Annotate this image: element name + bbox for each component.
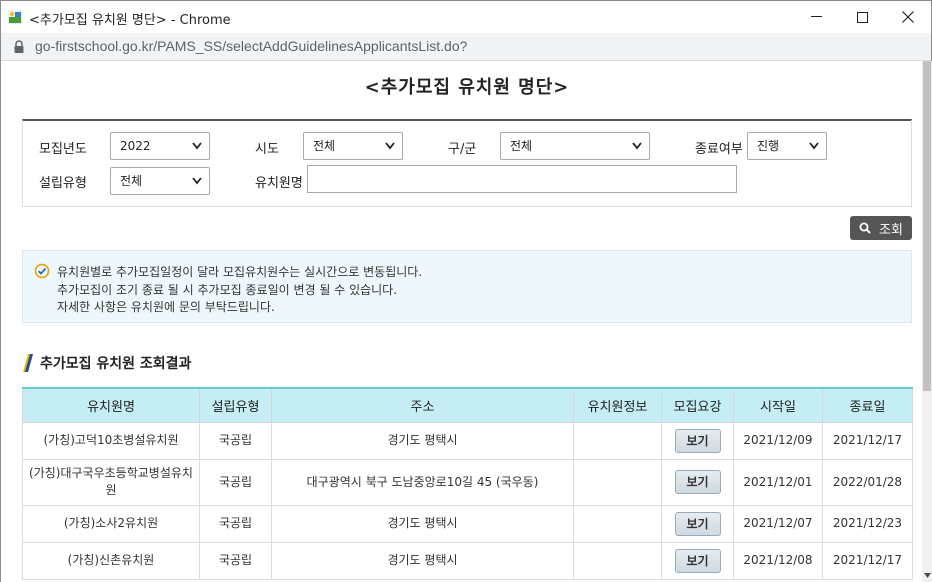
sido-label: 시도	[255, 142, 279, 157]
guideline-cell: 보기	[661, 421, 734, 460]
kindergarten-name: (가칭)소사2유치원	[22, 504, 200, 543]
address: 대구광역시 북구 도남중앙로10길 45 (국우동)	[271, 458, 574, 506]
column-header: 모집요강	[661, 388, 734, 423]
address-bar[interactable]: go-firstschool.go.kr/PAMS_SS/selectAddGu…	[1, 33, 931, 61]
kindergarten-info	[573, 421, 662, 460]
column-header: 주소	[271, 388, 574, 423]
guideline-cell: 보기	[661, 541, 734, 580]
notice-line: 자세한 사항은 유치원에 문의 부탁드립니다.	[57, 300, 275, 314]
notice-line: 유치원별로 추가모집일정이 달라 모집유치원수는 실시간으로 변동됩니다.	[57, 265, 423, 279]
search-icon	[859, 222, 871, 234]
start-date: 2021/12/08	[733, 541, 823, 580]
column-header: 종료일	[822, 388, 913, 423]
start-date: 2021/12/07	[733, 504, 823, 543]
check-circle-icon	[34, 263, 50, 279]
establish-type: 국공립	[199, 541, 272, 580]
table-row: (가칭)대구국우초등학교병설유치원 국공립 대구광역시 북구 도남중앙로10길 …	[22, 458, 913, 506]
gugun-select-value: 전체	[510, 139, 533, 153]
column-header: 설립유형	[199, 388, 272, 423]
name-label: 유치원명	[255, 176, 303, 191]
close-button[interactable]	[885, 1, 931, 33]
chevron-down-icon	[385, 142, 395, 150]
sido-select[interactable]: 전체	[303, 132, 403, 160]
column-header: 유치원명	[22, 388, 200, 423]
notice-line: 추가모집이 조기 종료 될 시 추가모집 종료일이 변경 될 수 있습니다.	[57, 283, 398, 297]
chevron-down-icon	[809, 142, 819, 150]
chevron-down-icon	[632, 142, 642, 150]
table-header-row: 유치원명 설립유형 주소 유치원정보 모집요강 시작일 종료일	[22, 388, 913, 423]
view-guideline-button[interactable]: 보기	[674, 548, 721, 573]
chevron-down-icon	[192, 142, 202, 150]
view-guideline-button[interactable]: 보기	[674, 470, 721, 494]
type-select-value: 전체	[120, 174, 143, 188]
establish-type: 국공립	[199, 504, 272, 543]
view-guideline-button[interactable]: 보기	[674, 428, 721, 453]
page-title: <추가모집 유치원 명단>	[364, 77, 570, 98]
year-select[interactable]: 2022	[110, 132, 210, 160]
window-title: <추가모집 유치원 명단> - Chrome	[29, 13, 231, 28]
maximize-icon	[856, 11, 868, 23]
view-guideline-button[interactable]: 보기	[674, 511, 721, 536]
scroll-down-button[interactable]	[922, 569, 932, 581]
address: 경기도 평택시	[271, 421, 574, 460]
browser-window: <추가모집 유치원 명단> - Chrome go-firstschool.go…	[0, 0, 932, 582]
search-form: 모집년도 2022 시도 전체 구/군 전체 종료여부 진행 설립유형 전체 유…	[22, 119, 912, 207]
address: 경기도 평택시	[271, 541, 574, 580]
guideline-cell: 보기	[661, 504, 734, 543]
url-text[interactable]: go-firstschool.go.kr/PAMS_SS/selectAddGu…	[35, 38, 467, 54]
scrollbar-thumb[interactable]	[923, 61, 931, 391]
minimize-button[interactable]	[793, 1, 839, 33]
minimize-icon	[810, 16, 822, 17]
vertical-scrollbar[interactable]	[922, 61, 932, 582]
start-date: 2021/12/09	[733, 421, 823, 460]
results-table: 유치원명 설립유형 주소 유치원정보 모집요강 시작일 종료일 (가칭)고덕10…	[22, 387, 913, 580]
close-icon	[902, 11, 914, 23]
start-date: 2021/12/01	[733, 458, 823, 506]
address: 경기도 평택시	[271, 504, 574, 543]
gugun-select[interactable]: 전체	[500, 132, 650, 160]
kindergarten-info	[573, 541, 662, 580]
lock-icon	[14, 40, 24, 53]
notice-box: 유치원별로 추가모집일정이 달라 모집유치원수는 실시간으로 변동됩니다. 추가…	[22, 250, 912, 323]
kindergarten-name-input[interactable]	[307, 165, 737, 193]
search-button[interactable]: 조회	[850, 216, 912, 240]
kindergarten-name: (가칭)고덕10초병설유치원	[22, 421, 200, 460]
kindergarten-name: (가칭)신촌유치원	[22, 541, 200, 580]
sido-select-value: 전체	[313, 139, 336, 153]
guideline-cell: 보기	[661, 458, 734, 506]
kindergarten-info	[573, 504, 662, 543]
table-row: (가칭)고덕10초병설유치원 국공립 경기도 평택시 보기 2021/12/09…	[22, 421, 913, 460]
end-status-select[interactable]: 진행	[747, 132, 827, 160]
title-bar: <추가모집 유치원 명단> - Chrome	[1, 1, 931, 33]
arrow-down-icon	[923, 572, 931, 578]
end-date: 2021/12/23	[822, 504, 913, 543]
gugun-label: 구/군	[448, 142, 477, 157]
results-title-text: 추가모집 유치원 조회결과	[40, 356, 192, 372]
type-label: 설립유형	[39, 176, 87, 191]
page-favicon-icon	[8, 10, 22, 24]
column-header: 시작일	[733, 388, 823, 423]
page-content: <추가모집 유치원 명단> 모집년도 2022 시도 전체 구/군 전체 종료여…	[1, 61, 922, 582]
type-select[interactable]: 전체	[110, 167, 210, 195]
kindergarten-name: (가칭)대구국우초등학교병설유치원	[22, 458, 200, 506]
end-date: 2022/01/28	[822, 458, 913, 506]
kindergarten-info	[573, 458, 662, 506]
maximize-button[interactable]	[839, 1, 885, 33]
chevron-down-icon	[192, 177, 202, 185]
end-status-label: 종료여부	[695, 142, 743, 157]
end-status-select-value: 진행	[757, 139, 780, 153]
establish-type: 국공립	[199, 458, 272, 506]
year-select-value: 2022	[120, 139, 151, 153]
table-row: (가칭)소사2유치원 국공립 경기도 평택시 보기 2021/12/07 202…	[22, 504, 913, 543]
search-button-label: 조회	[879, 222, 903, 238]
table-row: (가칭)신촌유치원 국공립 경기도 평택시 보기 2021/12/08 2021…	[22, 541, 913, 580]
end-date: 2021/12/17	[822, 421, 913, 460]
year-label: 모집년도	[39, 142, 87, 157]
establish-type: 국공립	[199, 421, 272, 460]
results-title: 추가모집 유치원 조회결과	[23, 353, 191, 373]
section-marker-icon	[23, 354, 33, 372]
column-header: 유치원정보	[573, 388, 662, 423]
end-date: 2021/12/17	[822, 541, 913, 580]
